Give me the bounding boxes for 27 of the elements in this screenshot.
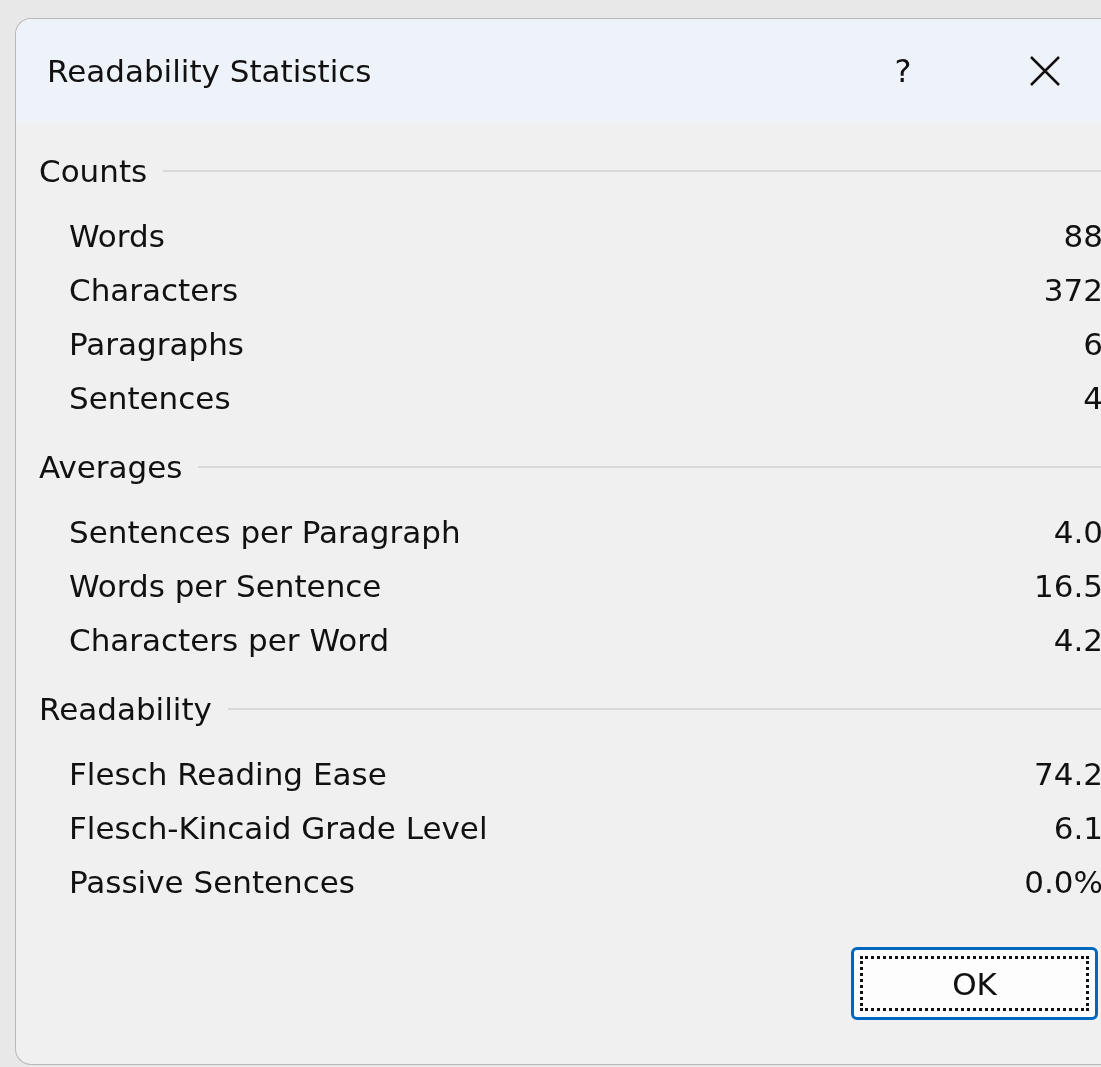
section-heading: Averages [39,449,183,485]
stat-label: Paragraphs [69,326,244,362]
stat-value: 16.5 [1033,568,1101,604]
stat-label: Passive Sentences [69,864,356,900]
stat-label: Sentences per Paragraph [69,514,461,550]
stat-value: 6 [1083,326,1101,362]
stat-value: 4.2 [1053,622,1101,658]
help-button[interactable]: ? [883,52,923,90]
stat-label: Flesch-Kincaid Grade Level [69,810,488,846]
stat-value: 88 [1063,218,1101,254]
stat-label: Words [69,218,165,254]
stat-value: 372 [1043,272,1101,308]
close-icon[interactable] [1028,54,1062,88]
stat-value: 4.0 [1053,514,1101,550]
stat-value: 0.0% [1024,864,1101,900]
window-title: Readability Statistics [47,53,373,89]
stat-value: 74.2 [1033,756,1101,792]
stat-label: Flesch Reading Ease [69,756,387,792]
stat-value: 4 [1083,380,1101,416]
stat-label: Characters per Word [69,622,390,658]
section-heading: Counts [39,153,148,189]
stat-label: Characters [69,272,239,308]
stat-label: Sentences [69,380,231,416]
section-heading: Readability [39,691,212,727]
stat-value: 6.1 [1053,810,1101,846]
ok-button[interactable]: OK [851,947,1098,1020]
stat-label: Words per Sentence [69,568,382,604]
